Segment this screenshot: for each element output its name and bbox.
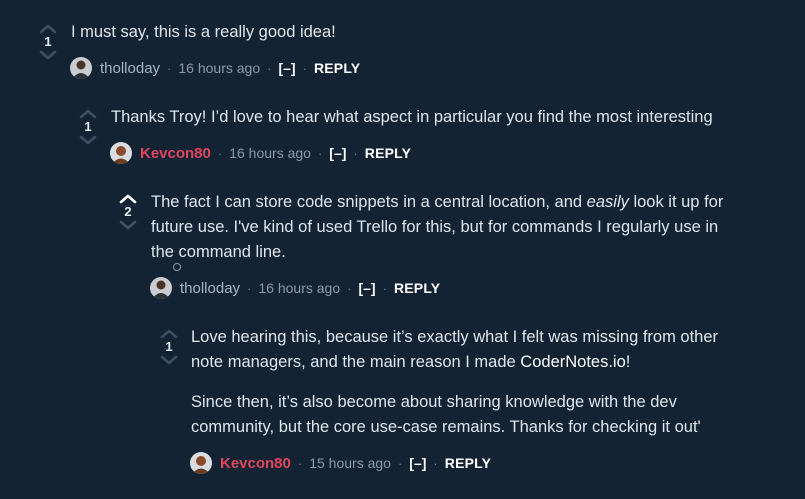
comment-text: Thanks Troy! I’d love to hear what aspec… [111,108,713,126]
emphasis-text: easily [586,193,629,211]
separator-dot: · [433,455,438,471]
vote-score: 2 [124,204,132,219]
separator-dot: · [217,145,223,161]
comment-meta: Kevcon80 · 15 hours ago · [–] · REPLY [190,451,491,475]
text-fragment: ! [625,353,631,371]
cursor-indicator [173,263,181,271]
separator-dot: · [267,60,272,76]
downvote-arrow-icon[interactable] [39,50,57,60]
vote-score: 1 [165,339,173,354]
downvote-arrow-icon[interactable] [79,135,97,145]
separator-dot: · [297,455,303,471]
avatar[interactable] [110,142,132,164]
separator-dot: · [317,145,323,161]
comment-text-line: Since then, it’s also become about shari… [191,393,677,411]
comment-meta: Kevcon80 · 16 hours ago · [–] · REPLY [110,141,411,165]
vote-control: 2 [116,194,140,230]
comment-text: I must say, this is a really good idea! [71,23,336,41]
upvote-arrow-icon[interactable] [39,24,57,34]
comment-text-line: future use. I've kind of used Trello for… [151,218,719,236]
reply-button[interactable]: REPLY [314,60,360,76]
comment-text-line: community, but the core use-case remains… [191,418,701,436]
timestamp[interactable]: 16 hours ago [258,280,340,296]
text-fragment: The fact I can store code snippets in a … [151,193,587,211]
reply-button[interactable]: REPLY [365,145,411,161]
comment-text-line: note managers, and the main reason I mad… [191,350,718,375]
vote-control: 1 [157,329,181,365]
text-fragment: look it up for [628,193,724,211]
collapse-button[interactable]: [–] [358,280,375,296]
vote-control: 1 [36,24,60,60]
author-name[interactable]: Kevcon80 [140,145,211,162]
comment-body: Love hearing this, because it’s exactly … [191,325,718,440]
author-name[interactable]: tholloday [100,60,160,77]
comment-text-line: Love hearing this, because it’s exactly … [191,328,719,346]
comment-meta: tholloday · 16 hours ago · [–] · REPLY [70,56,360,80]
separator-dot: · [167,60,172,76]
author-name[interactable]: Kevcon80 [220,455,291,472]
comment-body: I must say, this is a really good idea! [71,20,336,45]
vote-score: 1 [84,119,92,134]
text-fragment: note managers, and the main reason I mad… [191,353,521,371]
codernotes-link[interactable]: CoderNotes.io [520,353,625,371]
collapse-button[interactable]: [–] [329,145,346,161]
separator-dot: · [382,280,387,296]
timestamp[interactable]: 16 hours ago [178,60,260,76]
author-name[interactable]: tholloday [180,280,240,297]
comment-text-line: the command line. [151,243,286,261]
avatar[interactable] [150,277,172,299]
separator-dot: · [353,145,358,161]
downvote-arrow-icon[interactable] [160,355,178,365]
vote-score: 1 [44,34,52,49]
upvote-arrow-icon[interactable] [79,109,97,119]
separator-dot: · [347,280,352,296]
reply-button[interactable]: REPLY [394,280,440,296]
timestamp[interactable]: 16 hours ago [229,145,311,161]
avatar[interactable] [190,452,212,474]
separator-dot: · [397,455,403,471]
comment-meta: tholloday · 16 hours ago · [–] · REPLY [150,276,440,300]
collapse-button[interactable]: [–] [278,60,295,76]
upvote-arrow-icon[interactable] [119,194,137,204]
comment-body: The fact I can store code snippets in a … [151,190,723,265]
separator-dot: · [302,60,307,76]
vote-control: 1 [76,109,100,145]
reply-button[interactable]: REPLY [445,455,491,471]
avatar[interactable] [70,57,92,79]
separator-dot: · [247,280,252,296]
comment-text-line: The fact I can store code snippets in a … [151,190,723,215]
timestamp[interactable]: 15 hours ago [309,455,391,471]
downvote-arrow-icon[interactable] [119,220,137,230]
comment-body: Thanks Troy! I’d love to hear what aspec… [111,105,713,130]
collapse-button[interactable]: [–] [409,455,426,471]
upvote-arrow-icon[interactable] [160,329,178,339]
